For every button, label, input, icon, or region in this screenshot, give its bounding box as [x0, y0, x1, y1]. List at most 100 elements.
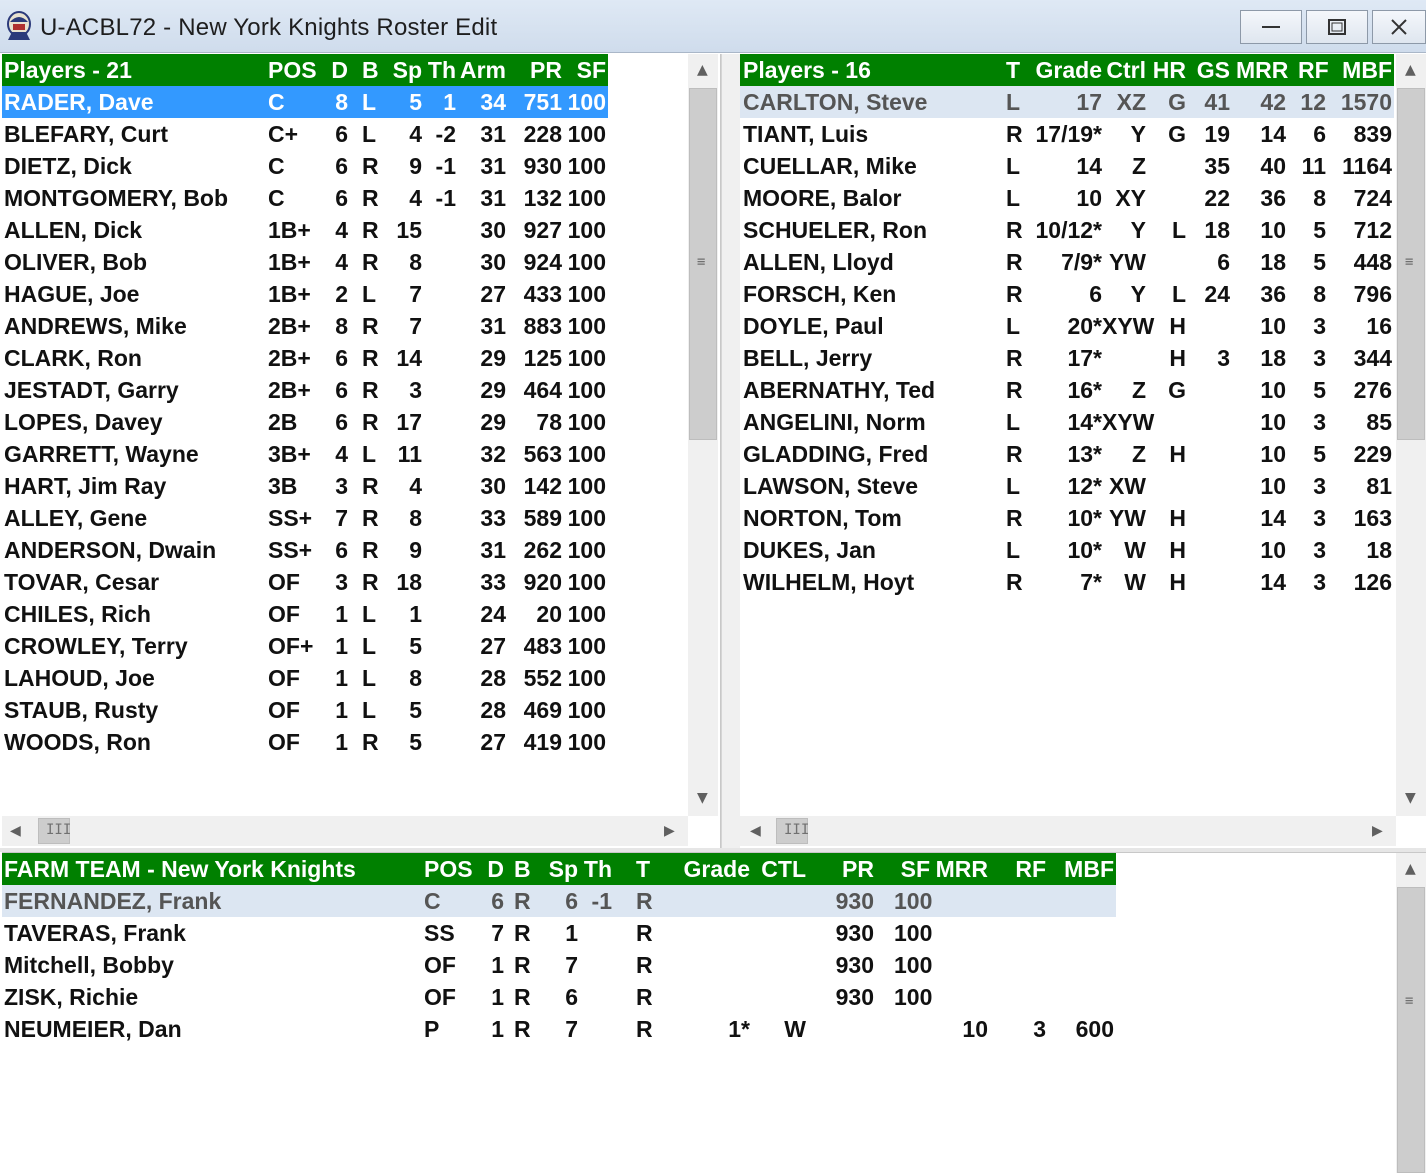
speed-cell: 8	[409, 665, 422, 691]
scroll-left-arrow-icon[interactable]: ◀	[10, 823, 21, 839]
control-cell: XZ	[1116, 89, 1146, 115]
table-row[interactable]: ANDREWS, Mike 2B+ 8 R 7 31 883 100	[2, 310, 608, 342]
scroll-right-arrow-icon[interactable]: ▶	[664, 823, 675, 839]
pitchers-header-row[interactable]: Players - 16 T Grade Ctrl HR GS MRR RF MBF	[740, 54, 1394, 86]
table-row[interactable]: CROWLEY, Terry OF+ 1 L 5 27 483 100	[2, 630, 608, 662]
scroll-left-arrow-icon[interactable]: ◀	[750, 823, 761, 839]
table-row[interactable]: NEUMEIER, Dan P 1 R 7 R 1* W 10 3 600	[2, 1013, 1116, 1045]
table-row[interactable]: WOODS, Ron OF 1 R 5 27 419 100	[2, 726, 608, 758]
throws-cell: R	[1006, 217, 1023, 243]
table-row[interactable]: RADER, Dave C 8 L 5 1 34 751 100	[2, 86, 608, 118]
table-row[interactable]: DOYLE, Paul L 20* XYW H 10 3 16	[740, 310, 1394, 342]
pitcher-name-cell: DOYLE, Paul	[743, 313, 884, 339]
close-button[interactable]	[1372, 10, 1426, 44]
table-row[interactable]: ANGELINI, Norm L 14* XYW 10 3 85	[740, 406, 1394, 438]
pitchers-hscrollbar[interactable]: ◀ III ▶	[740, 816, 1396, 846]
position-cell: 2B+	[268, 313, 311, 339]
table-row[interactable]: NORTON, Tom R 10* YW H 14 3 163	[740, 502, 1394, 534]
column-header-pitcher-name: Players - 16	[743, 57, 871, 83]
scroll-up-arrow-icon[interactable]: ▲	[1405, 62, 1416, 78]
table-row[interactable]: OLIVER, Bob 1B+ 4 R 8 30 924 100	[2, 246, 608, 278]
table-row[interactable]: STAUB, Rusty OF 1 L 5 28 469 100	[2, 694, 608, 726]
farm-header-row[interactable]: FARM TEAM - New York Knights POS D B Sp Th T Gr…	[2, 853, 1116, 885]
table-row[interactable]: CHILES, Rich OF 1 L 1 24 20 100	[2, 598, 608, 630]
table-row[interactable]: WILHELM, Hoyt R 7* W H 14 3 126	[740, 566, 1394, 598]
player-name-cell: MONTGOMERY, Bob	[4, 185, 229, 211]
arm-cell: 31	[480, 153, 506, 179]
sf-cell: 100	[567, 633, 606, 659]
arm-cell: 31	[480, 537, 506, 563]
position-cell: C	[268, 153, 285, 179]
table-row[interactable]: BLEFARY, Curt C+ 6 L 4 -2 31 228 100	[2, 118, 608, 150]
players-vscrollbar[interactable]: ▲ ≡ ▼	[688, 54, 718, 816]
table-row[interactable]: Mitchell, Bobby OF 1 R 7 R 930 100	[2, 949, 1116, 981]
throws-cell: -1	[435, 185, 456, 211]
table-row[interactable]: CUELLAR, Mike L 14 Z 35 40 11 1164	[740, 150, 1394, 182]
table-row[interactable]: ZISK, Richie OF 1 R 6 R 930 100	[2, 981, 1116, 1013]
table-row[interactable]: LAHOUD, Joe OF 1 L 8 28 552 100	[2, 662, 608, 694]
table-row[interactable]: CARLTON, Steve L 17 XZ G 41 42 12 1570	[740, 86, 1394, 118]
player-name-cell: ANDERSON, Dwain	[4, 537, 217, 563]
vertical-splitter[interactable]	[721, 54, 741, 848]
table-row[interactable]: MOORE, Balor L 10 XY 22 36 8 724	[740, 182, 1394, 214]
rf-cell: 5	[1313, 217, 1326, 243]
maximize-button[interactable]	[1306, 10, 1368, 44]
table-row[interactable]: DIETZ, Dick C 6 R 9 -1 31 930 100	[2, 150, 608, 182]
table-row[interactable]: TIANT, Luis R 17/19* Y G 19 14 6 839	[740, 118, 1394, 150]
table-row[interactable]: MONTGOMERY, Bob C 6 R 4 -1 31 132 100	[2, 182, 608, 214]
throws-cell: R	[1006, 377, 1023, 403]
scroll-thumb[interactable]	[1397, 887, 1425, 1173]
scroll-right-arrow-icon[interactable]: ▶	[1372, 823, 1383, 839]
position-cell: C	[424, 888, 441, 914]
rf-cell: 3	[1313, 569, 1326, 595]
column-header-sf: SF	[576, 57, 606, 83]
table-row[interactable]: TAVERAS, Frank SS 7 R 1 R 930 100	[2, 917, 1116, 949]
table-row[interactable]: GLADDING, Fred R 13* Z H 10 5 229	[740, 438, 1394, 470]
mrr-cell: 10	[1260, 537, 1286, 563]
table-row[interactable]: DUKES, Jan L 10* W H 10 3 18	[740, 534, 1394, 566]
table-row[interactable]: FORSCH, Ken R 6 Y L 24 36 8 796	[740, 278, 1394, 310]
farm-vscrollbar[interactable]: ▲ ≡	[1396, 853, 1426, 1173]
table-row[interactable]: CLARK, Ron 2B+ 6 R 14 29 125 100	[2, 342, 608, 374]
table-row[interactable]: HAGUE, Joe 1B+ 2 L 7 27 433 100	[2, 278, 608, 310]
table-row[interactable]: LOPES, Davey 2B 6 R 17 29 78 100	[2, 406, 608, 438]
bats-cell: L	[362, 601, 377, 627]
pitcher-name-cell: ALLEN, Lloyd	[743, 249, 894, 275]
table-row[interactable]: BELL, Jerry R 17* H 3 18 3 344	[740, 342, 1394, 374]
pitchers-vscrollbar[interactable]: ▲ ≡ ▼	[1396, 54, 1426, 816]
speed-cell: 5	[409, 633, 422, 659]
table-row[interactable]: ALLEN, Lloyd R 7/9* YW 6 18 5 448	[740, 246, 1394, 278]
table-row[interactable]: ALLEN, Dick 1B+ 4 R 15 30 927 100	[2, 214, 608, 246]
throws-cell: R	[1006, 249, 1023, 275]
scroll-down-arrow-icon[interactable]: ▼	[1405, 790, 1416, 806]
table-row[interactable]: SCHUELER, Ron R 10/12* Y L 18 10 5 712	[740, 214, 1394, 246]
table-row[interactable]: ALLEY, Gene SS+ 7 R 8 33 589 100	[2, 502, 608, 534]
farm-name-cell: FERNANDEZ, Frank	[4, 888, 222, 914]
players-hscrollbar[interactable]: ◀ III ▶	[2, 816, 688, 846]
bats-cell: R	[514, 952, 531, 978]
scroll-up-arrow-icon[interactable]: ▲	[1405, 861, 1416, 877]
minimize-button[interactable]	[1240, 10, 1302, 44]
grip-icon: ≡	[1405, 254, 1414, 270]
farm-name-cell: Mitchell, Bobby	[4, 952, 174, 978]
position-cell: SS	[424, 920, 455, 946]
table-row[interactable]: HART, Jim Ray 3B 3 R 4 30 142 100	[2, 470, 608, 502]
rf-cell: 6	[1313, 121, 1326, 147]
table-row[interactable]: TOVAR, Cesar OF 3 R 18 33 920 100	[2, 566, 608, 598]
table-row[interactable]: ANDERSON, Dwain SS+ 6 R 9 31 262 100	[2, 534, 608, 566]
scroll-up-arrow-icon[interactable]: ▲	[697, 62, 708, 78]
table-row[interactable]: GARRETT, Wayne 3B+ 4 L 11 32 563 100	[2, 438, 608, 470]
sf-cell: 100	[894, 888, 933, 914]
throws-cell: L	[1006, 473, 1021, 499]
table-row[interactable]: LAWSON, Steve L 12* XW 10 3 81	[740, 470, 1394, 502]
players-header-row[interactable]: Players - 21 POS D B Sp Th Arm PR SF	[2, 54, 608, 86]
scroll-down-arrow-icon[interactable]: ▼	[697, 790, 708, 806]
pitcher-name-cell: GLADDING, Fred	[743, 441, 929, 467]
defense-cell: 8	[335, 89, 348, 115]
table-row[interactable]: JESTADT, Garry 2B+ 6 R 3 29 464 100	[2, 374, 608, 406]
player-name-cell: STAUB, Rusty	[4, 697, 159, 723]
mrr-cell: 10	[1260, 377, 1286, 403]
table-row[interactable]: FERNANDEZ, Frank C 6 R 6 -1 R 930 100	[2, 885, 1116, 917]
table-row[interactable]: ABERNATHY, Ted R 16* Z G 10 5 276	[740, 374, 1394, 406]
sf-cell: 100	[567, 473, 606, 499]
